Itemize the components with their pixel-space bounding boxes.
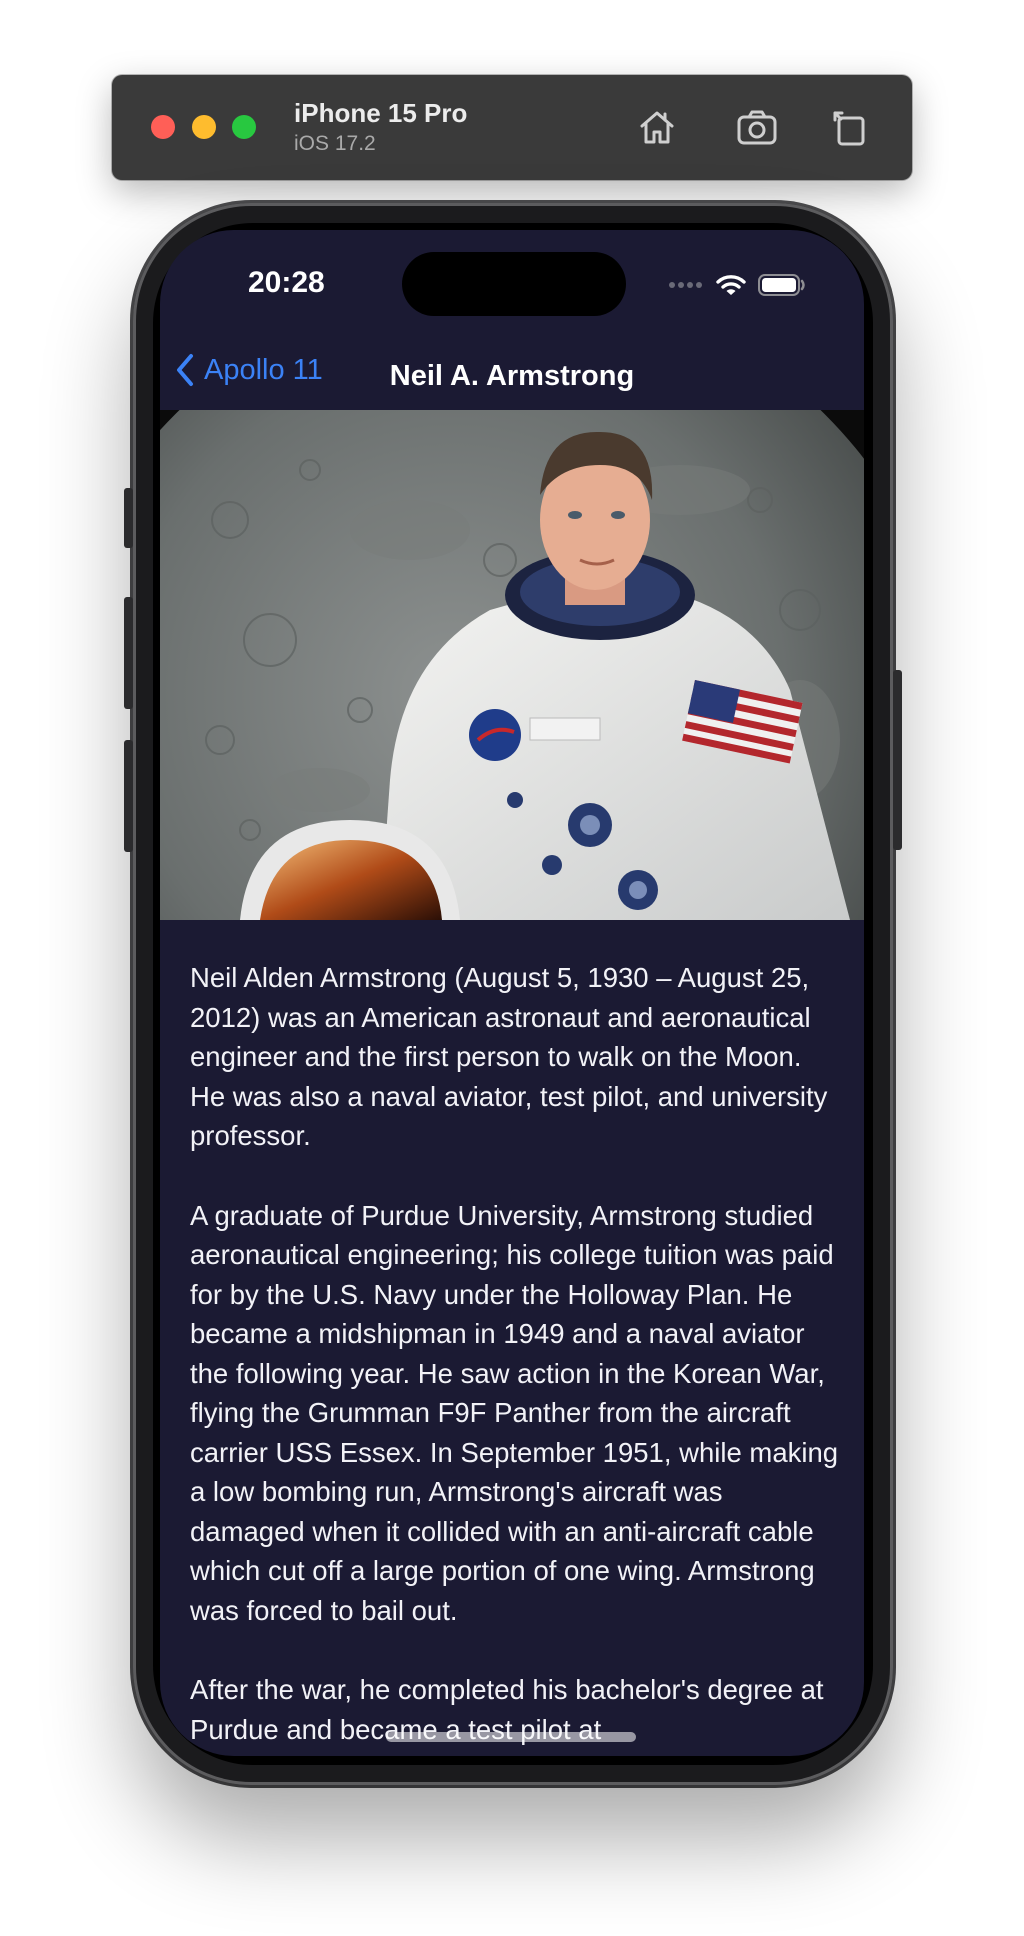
article-paragraph: A graduate of Purdue University, Armstro… (190, 1199, 839, 1626)
status-icons (668, 270, 806, 300)
back-button-label: Apollo 11 (204, 353, 323, 386)
home-icon[interactable] (634, 104, 680, 150)
minimize-window-button[interactable] (192, 115, 216, 139)
back-button[interactable]: Apollo 11 (174, 352, 323, 388)
wifi-icon (716, 275, 746, 295)
action-button (124, 488, 133, 548)
article-paragraph: Neil Alden Armstrong (August 5, 1930 – A… (190, 962, 828, 1151)
device-name: iPhone 15 Pro (294, 98, 468, 128)
article-body: Neil Alden Armstrong (August 5, 1930 – A… (190, 958, 840, 1756)
close-window-button[interactable] (151, 115, 175, 139)
status-time: 20:28 (248, 266, 325, 299)
device-screen: 20:28 Neil A. Armstrong Apollo 11 Neil A… (160, 230, 864, 1756)
os-version: iOS 17.2 (294, 132, 376, 155)
navigation-bar: Neil A. Armstrong Apollo 11 (160, 340, 864, 410)
zoom-window-button[interactable] (232, 115, 256, 139)
power-button (893, 670, 902, 850)
dynamic-island (402, 252, 626, 316)
volume-down-button (124, 740, 133, 852)
battery-icon (758, 274, 805, 296)
astronaut-portrait-image (160, 410, 864, 920)
screenshot-icon[interactable] (734, 104, 780, 150)
home-indicator[interactable] (386, 1732, 636, 1742)
rotate-icon[interactable] (826, 104, 872, 150)
chevron-left-icon (177, 354, 193, 386)
volume-up-button (124, 597, 133, 709)
cellular-signal-icon (669, 282, 702, 288)
